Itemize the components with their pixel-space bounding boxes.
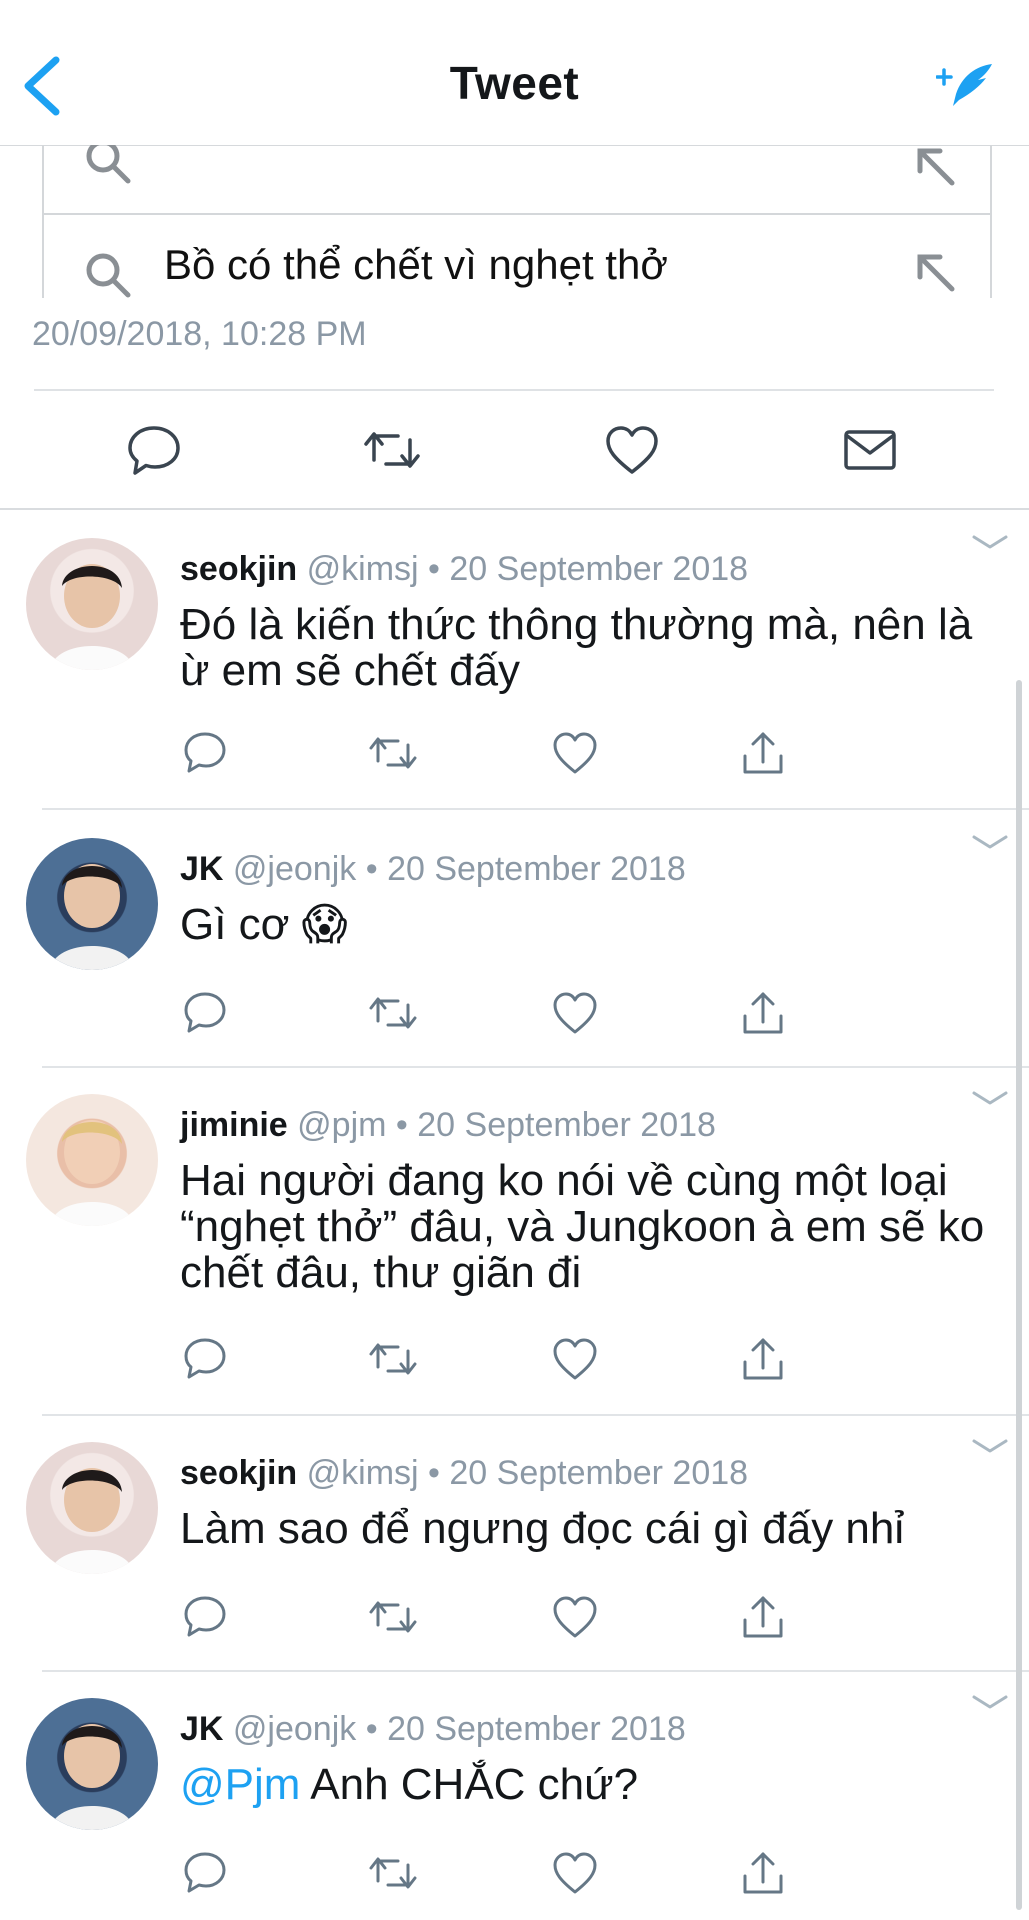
chevron-down-icon[interactable] [970, 1692, 1010, 1714]
avatar[interactable] [26, 538, 158, 670]
scrollbar[interactable] [1016, 680, 1022, 1910]
reply-meta: JK @jeonjk • 20 September 2018 [180, 850, 686, 889]
reply-text: Làm sao để ngưng đọc cái gì đấy nhỉ [180, 1506, 1000, 1552]
retweet-icon[interactable] [368, 1592, 418, 1642]
search-icon [86, 253, 131, 298]
chevron-down-icon[interactable] [970, 1436, 1010, 1458]
reply-icon[interactable] [180, 1848, 230, 1898]
reply-text: @Pjm Anh CHẮC chứ? [180, 1762, 1000, 1808]
retweet-icon[interactable] [368, 988, 418, 1038]
reply-date: • 20 September 2018 [395, 1106, 716, 1144]
reply-body: Anh CHẮC chứ? [310, 1760, 639, 1809]
reply-tweet[interactable]: seokjin @kimsj • 20 September 2018 Đó là … [0, 510, 1029, 810]
reply-icon[interactable] [124, 420, 184, 480]
reply-icon[interactable] [180, 1334, 230, 1384]
reply-tweet[interactable]: JK @jeonjk • 20 September 2018 Gì cơ 😱 [0, 810, 1029, 1068]
top-bar: Tweet [0, 0, 1029, 146]
reply-icon[interactable] [180, 1592, 230, 1642]
reply-tweet[interactable]: jiminie @pjm • 20 September 2018 Hai ngườ… [0, 1066, 1029, 1416]
reply-body: Hai người đang ko nói về cùng một loại “… [180, 1156, 985, 1297]
search-icon [86, 145, 131, 184]
reply-meta: JK @jeonjk • 20 September 2018 [180, 1710, 686, 1749]
share-icon[interactable] [738, 1592, 788, 1642]
reply-tweet[interactable]: JK @jeonjk • 20 September 2018 @Pjm Anh C… [0, 1670, 1029, 1920]
avatar[interactable] [26, 1442, 158, 1574]
author-name[interactable]: seokjin [180, 550, 297, 588]
reply-date: • 20 September 2018 [365, 850, 686, 888]
like-heart-icon[interactable] [550, 1592, 600, 1642]
retweet-icon[interactable] [368, 1334, 418, 1384]
direct-message-icon[interactable] [840, 420, 900, 480]
chevron-down-icon[interactable] [970, 832, 1010, 854]
like-heart-icon[interactable] [550, 988, 600, 1038]
share-icon[interactable] [738, 1848, 788, 1898]
search-suggestion-text: Bồ có thể chết vì nghẹt thở [164, 241, 668, 288]
embedded-search-image: Bồ có thể chết vì nghẹt thở [42, 145, 992, 298]
author-handle: @kimsj [306, 550, 419, 588]
retweet-icon[interactable] [368, 728, 418, 778]
arrow-up-left-icon [917, 148, 955, 186]
avatar[interactable] [26, 1698, 158, 1830]
author-name[interactable]: jiminie [180, 1106, 288, 1144]
reply-text: Hai người đang ko nói về cùng một loại “… [180, 1158, 1000, 1296]
reply-date: • 20 September 2018 [428, 550, 749, 588]
reply-body: Đó là kiến thức thông thường mà, nên là … [180, 600, 973, 695]
like-heart-icon[interactable] [550, 1848, 600, 1898]
reply-date: • 20 September 2018 [428, 1454, 749, 1492]
author-handle: @pjm [297, 1106, 387, 1144]
reply-icon[interactable] [180, 988, 230, 1038]
share-icon[interactable] [738, 728, 788, 778]
author-name[interactable]: JK [180, 850, 223, 888]
chevron-down-icon[interactable] [970, 532, 1010, 554]
author-handle: @kimsj [306, 1454, 419, 1492]
search-suggestion-row: Bồ có thể chết vì nghẹt thở [44, 215, 990, 298]
retweet-icon[interactable] [368, 1848, 418, 1898]
share-icon[interactable] [738, 988, 788, 1038]
like-heart-icon[interactable] [550, 728, 600, 778]
mention-link[interactable]: @Pjm [180, 1760, 300, 1809]
author-handle: @jeonjk [232, 850, 357, 888]
like-heart-icon[interactable] [602, 420, 662, 480]
reply-icon[interactable] [180, 728, 230, 778]
author-name[interactable]: seokjin [180, 1454, 297, 1492]
tweet-timestamp: 20/09/2018, 10:28 PM [32, 315, 367, 353]
search-suggestion-row [44, 145, 990, 215]
avatar[interactable] [26, 838, 158, 970]
author-handle: @jeonjk [232, 1710, 357, 1748]
reply-text: Gì cơ 😱 [180, 902, 1000, 948]
reply-date: • 20 September 2018 [365, 1710, 686, 1748]
author-name[interactable]: JK [180, 1710, 223, 1748]
share-icon[interactable] [738, 1334, 788, 1384]
retweet-icon[interactable] [362, 420, 422, 480]
avatar[interactable] [26, 1094, 158, 1226]
page-title: Tweet [449, 57, 580, 109]
reply-meta: jiminie @pjm • 20 September 2018 [180, 1106, 716, 1145]
reply-body: Gì cơ 😱 [180, 900, 348, 949]
reply-meta: seokjin @kimsj • 20 September 2018 [180, 1454, 748, 1493]
reply-body: Làm sao để ngưng đọc cái gì đấy nhỉ [180, 1504, 905, 1553]
reply-text: Đó là kiến thức thông thường mà, nên là … [180, 602, 1000, 694]
chevron-down-icon[interactable] [970, 1088, 1010, 1110]
arrow-up-left-icon [917, 254, 955, 292]
compose-feather-icon[interactable] [936, 60, 996, 110]
divider [34, 389, 994, 391]
reply-meta: seokjin @kimsj • 20 September 2018 [180, 550, 748, 589]
reply-tweet[interactable]: seokjin @kimsj • 20 September 2018 Làm sa… [0, 1414, 1029, 1672]
like-heart-icon[interactable] [550, 1334, 600, 1384]
